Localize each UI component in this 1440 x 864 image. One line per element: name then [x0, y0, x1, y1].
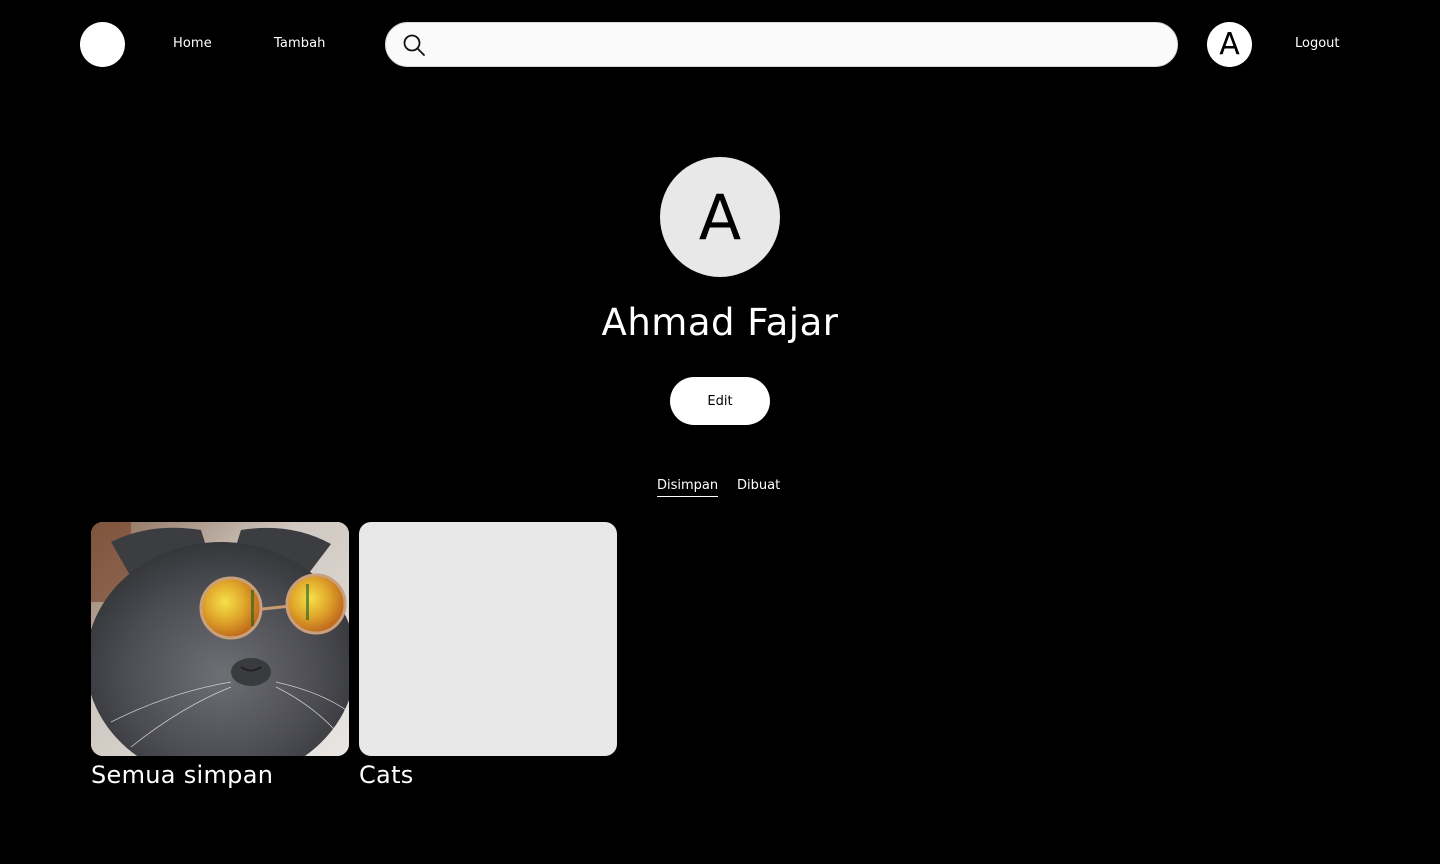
edit-profile-button[interactable]: Edit	[670, 377, 770, 425]
board-thumbnail-empty	[359, 522, 617, 756]
search-icon	[403, 34, 425, 56]
cat-with-sunglasses-image	[91, 522, 349, 756]
tab-disimpan[interactable]: Disimpan	[657, 476, 719, 497]
profile-name: Ahmad Fajar	[601, 301, 839, 344]
logo[interactable]	[80, 22, 125, 67]
board-card[interactable]: Cats	[359, 522, 617, 792]
board-title: Semua simpan	[91, 761, 274, 789]
nav-tambah-link[interactable]: Tambah	[274, 34, 325, 54]
search-input[interactable]	[436, 29, 1156, 61]
board-title: Cats	[359, 761, 414, 789]
user-avatar[interactable]: A	[1207, 22, 1252, 67]
nav-home-link[interactable]: Home	[173, 34, 212, 54]
search-bar[interactable]	[385, 22, 1178, 67]
profile-avatar: A	[660, 157, 780, 277]
tab-dibuat[interactable]: Dibuat	[737, 476, 780, 496]
board-thumbnail	[91, 522, 349, 756]
profile-page: Home Tambah A Logout A Ahmad Fajar Edit …	[0, 0, 1440, 864]
board-card[interactable]: Semua simpan	[91, 522, 349, 792]
logout-link[interactable]: Logout	[1295, 34, 1340, 54]
